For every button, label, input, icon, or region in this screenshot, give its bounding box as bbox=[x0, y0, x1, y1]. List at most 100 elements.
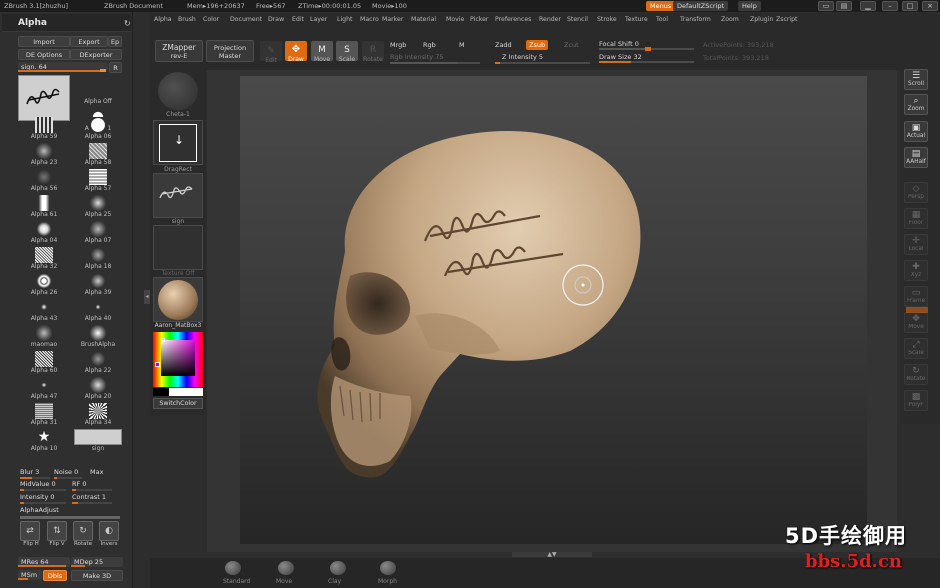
hue-cursor[interactable] bbox=[155, 362, 160, 367]
alpha-item[interactable]: ★ Alpha 10 bbox=[18, 428, 70, 454]
projection-master-button[interactable]: Projection Master bbox=[206, 40, 254, 62]
menu-brush[interactable]: Brush bbox=[178, 13, 196, 26]
max-button[interactable]: Max bbox=[90, 468, 103, 477]
alpha-item[interactable]: sign bbox=[72, 428, 124, 454]
menu-preferences[interactable]: Preferences bbox=[495, 13, 531, 26]
layout-alt-icon[interactable]: ▤ bbox=[836, 1, 852, 11]
bottom-collapse-icon[interactable]: ▲▼ bbox=[512, 552, 592, 558]
menus-button[interactable]: Menus bbox=[646, 1, 676, 11]
alpha-thumbnail[interactable] bbox=[153, 173, 203, 218]
menu-color[interactable]: Color bbox=[203, 13, 219, 26]
clay-brush-icon[interactable] bbox=[330, 561, 346, 575]
zsub-button[interactable]: Zsub bbox=[526, 40, 549, 50]
menu-movie[interactable]: Movie bbox=[446, 13, 464, 26]
menu-picker[interactable]: Picker bbox=[470, 13, 488, 26]
menu-render[interactable]: Render bbox=[539, 13, 561, 26]
menu-zscript[interactable]: Zscript bbox=[776, 13, 797, 26]
standard-brush-icon[interactable] bbox=[225, 561, 241, 575]
document-canvas[interactable] bbox=[240, 76, 867, 544]
alpha-item[interactable]: Alpha 56 bbox=[18, 168, 70, 194]
refresh-icon[interactable]: ↻ bbox=[124, 19, 131, 28]
alpha-item[interactable]: Alpha 39 bbox=[72, 272, 124, 298]
dexporter-button[interactable]: DExporter bbox=[70, 49, 122, 60]
alpha-item[interactable]: Alpha 23 bbox=[18, 142, 70, 168]
alpha-item[interactable]: Alpha 59 bbox=[18, 116, 70, 142]
r-button[interactable]: R bbox=[109, 62, 122, 73]
morph-brush-icon[interactable] bbox=[380, 561, 396, 575]
midvalue-slider[interactable]: MidValue 0 bbox=[20, 480, 66, 491]
menu-marker[interactable]: Marker bbox=[382, 13, 403, 26]
msm-slider[interactable]: MSm bbox=[18, 570, 42, 580]
alpha-item[interactable]: Alpha 04 bbox=[18, 220, 70, 246]
menu-tool[interactable]: Tool bbox=[656, 13, 668, 26]
zadd-button[interactable]: Zadd bbox=[495, 41, 512, 49]
mdep-slider[interactable]: MDep 25 bbox=[71, 557, 123, 567]
zcut-button[interactable]: Zcut bbox=[564, 41, 579, 49]
menu-draw[interactable]: Draw bbox=[268, 13, 284, 26]
make-3d-button[interactable]: Make 3D bbox=[71, 570, 123, 581]
alpha-item[interactable]: Alpha 32 bbox=[18, 246, 70, 272]
stroke-thumbnail[interactable]: ↓ bbox=[153, 120, 203, 165]
menu-stroke[interactable]: Stroke bbox=[597, 13, 617, 26]
alpha-item[interactable]: Alpha 57 bbox=[72, 168, 124, 194]
alpha-item[interactable]: Alpha 18 bbox=[72, 246, 124, 272]
rf-slider[interactable]: RF 0 bbox=[72, 480, 112, 491]
alphaadjust-curve[interactable]: AlphaAdjust bbox=[20, 506, 59, 515]
alpha-item[interactable]: BrushAlpha bbox=[72, 324, 124, 350]
minimize-icon[interactable]: – bbox=[882, 1, 898, 11]
rotate-icon[interactable]: ↻ bbox=[73, 521, 93, 541]
sign-slider[interactable]: sign. 64 bbox=[18, 62, 108, 72]
menu-texture[interactable]: Texture bbox=[625, 13, 648, 26]
rgb-intensity-track[interactable] bbox=[390, 62, 480, 64]
menu-light[interactable]: Light bbox=[337, 13, 352, 26]
draw-size-slider[interactable]: Draw Size 32 bbox=[599, 53, 642, 61]
switchcolor-button[interactable]: SwitchColor bbox=[153, 398, 203, 409]
invert-icon[interactable]: ◐ bbox=[99, 521, 119, 541]
rgb-button[interactable]: Rgb bbox=[423, 41, 436, 49]
alpha-item[interactable]: Alpha 61 bbox=[18, 194, 70, 220]
alpha-item[interactable]: Alpha 43 bbox=[18, 298, 70, 324]
import-button[interactable]: Import bbox=[18, 36, 70, 47]
export-button[interactable]: Export bbox=[70, 36, 108, 47]
alpha-item[interactable]: Alpha 25 bbox=[72, 194, 124, 220]
menu-document[interactable]: Document bbox=[230, 13, 262, 26]
alpha-item[interactable]: Alpha 34 bbox=[72, 402, 124, 428]
menu-stencil[interactable]: Stencil bbox=[567, 13, 588, 26]
maximize-icon[interactable]: □ bbox=[902, 1, 918, 11]
alpha-item[interactable]: Alpha 26 bbox=[18, 272, 70, 298]
material-sphere-thumbnail[interactable] bbox=[158, 72, 198, 110]
blur-slider[interactable]: Blur 3 bbox=[20, 468, 50, 479]
color-cursor[interactable] bbox=[161, 338, 165, 342]
alphaadjust-bar[interactable] bbox=[20, 516, 120, 519]
default-zscript-button[interactable]: DefaultZScript bbox=[673, 1, 729, 11]
rgb-intensity-slider[interactable]: Rgb Intensity 75 bbox=[390, 53, 443, 61]
z-intensity-slider[interactable]: Z Intensity 5 bbox=[502, 53, 543, 61]
menu-alpha[interactable]: Alpha bbox=[154, 13, 172, 26]
menu-zoom[interactable]: Zoom bbox=[721, 13, 739, 26]
alpha-item[interactable]: Alpha 60 bbox=[18, 350, 70, 376]
menu-edit[interactable]: Edit bbox=[292, 13, 304, 26]
dbls-button[interactable]: Dbls bbox=[43, 570, 67, 581]
focal-shift-slider[interactable]: Focal Shift 0 bbox=[599, 40, 639, 48]
intensity-slider[interactable]: Intensity 0 bbox=[20, 493, 66, 504]
alpha-off-item[interactable]: Alpha Off bbox=[72, 86, 124, 112]
alpha-item[interactable]: Alpha 47 bbox=[18, 376, 70, 402]
alpha-item[interactable]: Alpha 31 bbox=[18, 402, 70, 428]
m-button[interactable]: M bbox=[459, 41, 465, 49]
menu-material[interactable]: Material bbox=[411, 13, 436, 26]
material-thumbnail[interactable] bbox=[153, 277, 203, 322]
mrgb-button[interactable]: Mrgb bbox=[390, 41, 406, 49]
alpha-item[interactable]: Alpha 40 bbox=[72, 298, 124, 324]
layout-icon[interactable]: ▭ bbox=[818, 1, 834, 11]
saturation-square[interactable] bbox=[161, 340, 195, 376]
color-picker[interactable] bbox=[153, 332, 203, 387]
menu-layer[interactable]: Layer bbox=[310, 13, 327, 26]
focal-shift-track[interactable] bbox=[599, 47, 694, 51]
texture-thumbnail[interactable] bbox=[153, 225, 203, 270]
alpha-item[interactable]: Alpha 20 bbox=[72, 376, 124, 402]
close-icon[interactable]: × bbox=[922, 1, 938, 11]
de-options-button[interactable]: DE Options bbox=[18, 49, 70, 60]
secondary-color-swatch[interactable] bbox=[153, 388, 169, 396]
flip-h-icon[interactable]: ⇄ bbox=[20, 521, 40, 541]
zmapper-button[interactable]: ZMapper rev-E bbox=[155, 40, 203, 62]
